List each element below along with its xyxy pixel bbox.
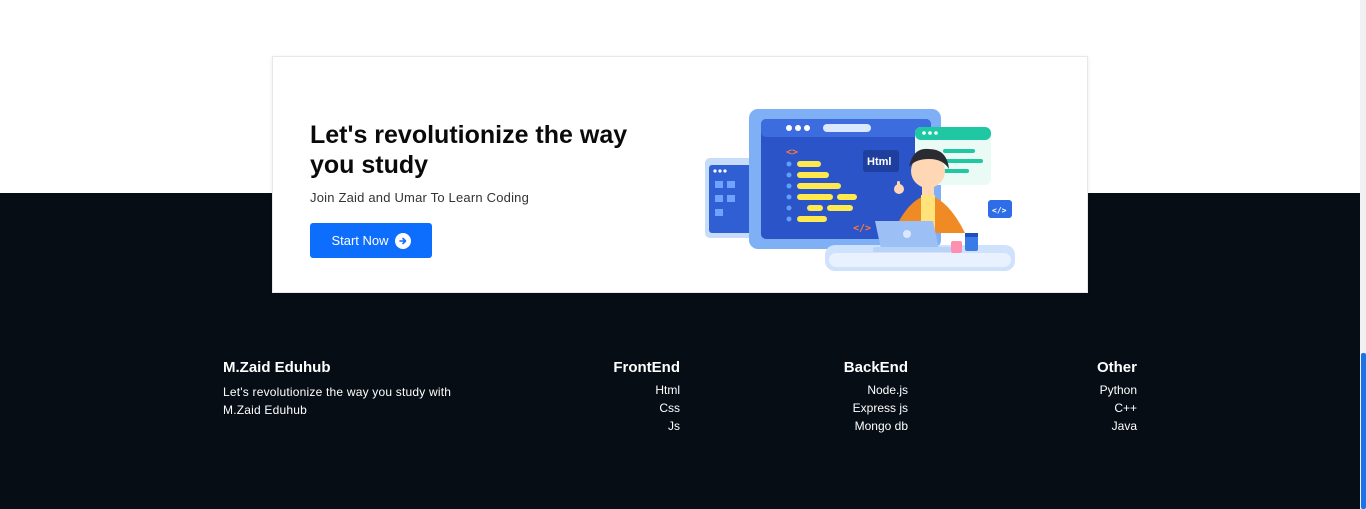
start-now-label: Start Now	[331, 233, 389, 248]
footer-link-nodejs[interactable]: Node.js	[844, 381, 908, 399]
footer-link-mongodb[interactable]: Mongo db	[844, 417, 908, 435]
footer-brand-name: M.Zaid Eduhub	[223, 359, 331, 376]
footer-brand-tagline: Let's revolutionize the way you study wi…	[223, 385, 452, 417]
svg-text:<>: <>	[786, 147, 798, 158]
footer-link-html[interactable]: Html	[613, 381, 680, 399]
footer-link-js[interactable]: Js	[613, 417, 680, 435]
footer-column-backend: BackEnd Node.js Express js Mongo db	[844, 359, 908, 435]
footer-brand: M.Zaid Eduhub Let's revolutionize the wa…	[223, 359, 463, 419]
footer-column-other: Other Python C++ Java	[1097, 359, 1137, 435]
cta-title: Let's revolutionize the way you study	[310, 121, 628, 179]
cta-card: Let's revolutionize the way you study Jo…	[272, 56, 1088, 293]
footer-link-cpp[interactable]: C++	[1097, 399, 1137, 417]
svg-text:</>: </>	[992, 206, 1007, 215]
html-tag-label: Html	[867, 156, 891, 168]
start-now-button[interactable]: Start Now	[310, 223, 432, 258]
footer-link-java[interactable]: Java	[1097, 417, 1137, 435]
arrow-right-circle-icon	[394, 232, 411, 249]
footer-link-expressjs[interactable]: Express js	[844, 399, 908, 417]
footer-column-frontend: FrontEnd Html Css Js	[613, 359, 680, 435]
footer-column-title: Other	[1096, 359, 1137, 376]
footer-link-python[interactable]: Python	[1097, 381, 1137, 399]
page-scrollbar[interactable]	[1360, 0, 1366, 509]
coding-illustration: <> Html </> </>	[705, 109, 1015, 271]
svg-text:</>: </>	[853, 223, 871, 234]
footer-column-title: FrontEnd	[613, 359, 680, 376]
scrollbar-thumb[interactable]	[1361, 353, 1366, 509]
footer-column-title: BackEnd	[843, 359, 908, 376]
cta-subtitle: Join Zaid and Umar To Learn Coding	[310, 190, 530, 205]
footer-link-css[interactable]: Css	[613, 399, 680, 417]
